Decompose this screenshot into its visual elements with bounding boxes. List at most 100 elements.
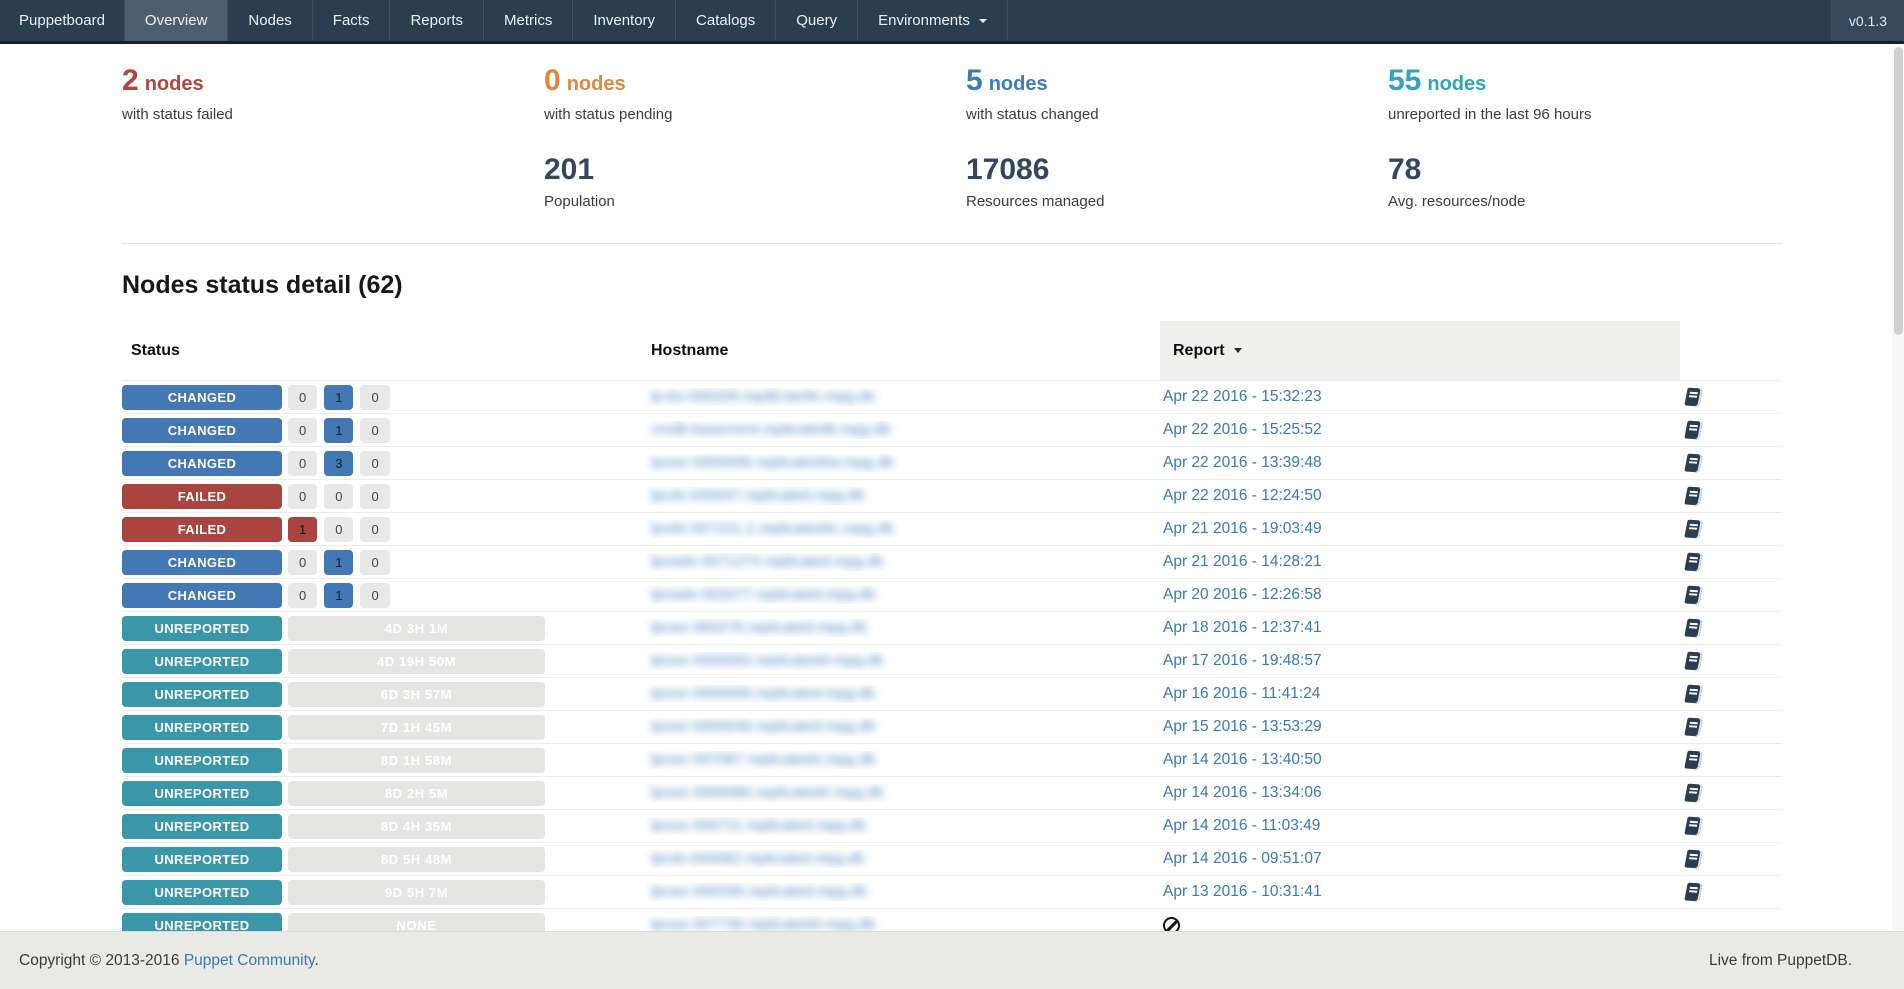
report-date-link[interactable]: Apr 21 2016 - 14:28:21 bbox=[1163, 553, 1322, 571]
report-book-icon[interactable] bbox=[1684, 718, 1702, 737]
report-date-link[interactable]: Apr 20 2016 - 12:26:58 bbox=[1163, 586, 1322, 604]
stat-changed-desc: with status changed bbox=[966, 106, 1388, 126]
nav-item-query[interactable]: Query bbox=[776, 0, 858, 41]
hostname-link-blurred[interactable]: lp-bs-000209.mpdb.berlin.mpg.de bbox=[651, 388, 875, 405]
hostname-link-blurred[interactable]: lpcwz-0000046.replicated.mpg.db bbox=[651, 718, 875, 735]
event-counts: 030 bbox=[288, 451, 390, 476]
hostname-link-blurred[interactable]: lpcwz-0000066.replicated.mpg.db bbox=[651, 685, 875, 702]
report-date-link[interactable]: Apr 22 2016 - 15:32:23 bbox=[1163, 388, 1322, 406]
column-header-status[interactable]: Status bbox=[122, 321, 640, 380]
hostname-link-blurred[interactable]: lpcwz-0000062.replicated4.mpg.db bbox=[651, 652, 884, 669]
hostname-link-blurred[interactable]: lpcwz-060276.replicated.mpg.db bbox=[651, 619, 867, 636]
hostname-cell: lpvds-007101-2.replicated4c.mpg.db bbox=[640, 520, 1160, 538]
unreported-duration-pill: 9D 5H 7M bbox=[288, 880, 545, 905]
count-pill-default: 0 bbox=[288, 484, 317, 509]
stat-unreported: 55nodes unreported in the last 96 hours … bbox=[1388, 66, 1810, 213]
stat-pending-desc: with status pending bbox=[544, 106, 966, 126]
section-title: Nodes status detail (62) bbox=[122, 271, 1904, 300]
count-pill-default: 0 bbox=[324, 484, 353, 509]
hostname-link-blurred[interactable]: lpcwds-0071274.replicated.mpg.db bbox=[651, 553, 884, 570]
hostname-link-blurred[interactable]: lpcds-000007.replicated.mpg.db bbox=[651, 487, 864, 504]
hostname-cell: lpcwz-0000006.replicated4w.mpg.db bbox=[640, 454, 1160, 472]
scrollbar-thumb[interactable] bbox=[1894, 47, 1903, 335]
count-pill-changed: 1 bbox=[324, 385, 353, 410]
report-icon-cell bbox=[1680, 553, 1782, 571]
nav-item-nodes[interactable]: Nodes bbox=[228, 0, 312, 41]
report-date-link[interactable]: Apr 14 2016 - 13:40:50 bbox=[1163, 751, 1322, 769]
report-date-link[interactable]: Apr 22 2016 - 13:39:48 bbox=[1163, 454, 1322, 472]
report-date-link[interactable]: Apr 14 2016 - 13:34:06 bbox=[1163, 784, 1322, 802]
nav-item-metrics[interactable]: Metrics bbox=[484, 0, 573, 41]
report-date-link[interactable]: Apr 15 2016 - 13:53:29 bbox=[1163, 718, 1322, 736]
report-book-icon[interactable] bbox=[1684, 784, 1702, 803]
table-row: FAILED100lpvds-007101-2.replicated4c.mpg… bbox=[122, 512, 1782, 545]
report-book-icon[interactable] bbox=[1684, 751, 1702, 770]
report-cell: Apr 18 2016 - 12:37:41 bbox=[1160, 619, 1680, 637]
column-header-report[interactable]: Report bbox=[1160, 321, 1680, 380]
nav-item-overview[interactable]: Overview bbox=[125, 0, 229, 41]
report-date-link[interactable]: Apr 18 2016 - 12:37:41 bbox=[1163, 619, 1322, 637]
report-book-icon[interactable] bbox=[1684, 817, 1702, 836]
hostname-link-blurred[interactable]: lpcwz-000711.replicated.mpg.db bbox=[651, 817, 866, 834]
report-book-icon[interactable] bbox=[1684, 421, 1702, 440]
nav-item-facts[interactable]: Facts bbox=[313, 0, 391, 41]
report-book-icon[interactable] bbox=[1684, 850, 1702, 869]
hostname-link-blurred[interactable]: lpcwz-007087.replicated4.mpg.db bbox=[651, 751, 875, 768]
nav-spacer bbox=[1008, 0, 1831, 41]
status-badge: UNREPORTED bbox=[122, 748, 282, 773]
report-book-icon[interactable] bbox=[1684, 553, 1702, 572]
hostname-link-blurred[interactable]: lpvds-007101-2.replicated4c.mpg.db bbox=[651, 520, 894, 537]
column-header-hostname[interactable]: Hostname bbox=[640, 321, 1160, 380]
stat-avg-resources-value: 78 bbox=[1388, 153, 1810, 184]
report-icon-cell bbox=[1680, 817, 1782, 835]
nav-item-catalogs[interactable]: Catalogs bbox=[676, 0, 776, 41]
nav-item-reports[interactable]: Reports bbox=[390, 0, 484, 41]
hostname-link-blurred[interactable]: lpcwz-0000006.replicated4w.mpg.db bbox=[651, 454, 894, 471]
report-date-link[interactable]: Apr 22 2016 - 12:24:50 bbox=[1163, 487, 1322, 505]
status-cell: UNREPORTED8D 5H 48M bbox=[122, 847, 640, 872]
report-date-link[interactable]: Apr 21 2016 - 19:03:49 bbox=[1163, 520, 1322, 538]
status-badge: FAILED bbox=[122, 484, 282, 509]
report-book-icon[interactable] bbox=[1684, 586, 1702, 605]
hostname-link-blurred[interactable]: lpcwds-002077.replicated.mpg.db bbox=[651, 586, 875, 603]
status-cell: UNREPORTED8D 2H 5M bbox=[122, 781, 640, 806]
report-date-link[interactable]: Apr 17 2016 - 19:48:57 bbox=[1163, 652, 1322, 670]
hostname-link-blurred[interactable]: cmdb-basement.replicated6.mpg.db bbox=[651, 421, 890, 438]
unreported-duration-pill: 6D 3H 57M bbox=[288, 682, 545, 707]
chevron-down-icon bbox=[979, 19, 987, 23]
hostname-link-blurred[interactable]: lpcwz-000336.replicated.mpg.db bbox=[651, 883, 867, 900]
report-book-icon[interactable] bbox=[1684, 388, 1702, 407]
report-icon-cell bbox=[1680, 388, 1782, 406]
report-book-icon[interactable] bbox=[1684, 520, 1702, 539]
hostname-cell: lpcwz-0000046.replicated.mpg.db bbox=[640, 718, 1160, 736]
report-date-link[interactable]: Apr 16 2016 - 11:41:24 bbox=[1163, 685, 1320, 703]
hostname-link-blurred[interactable]: lpcwz-0000080.replicated4.mpg.db bbox=[651, 784, 884, 801]
status-cell: UNREPORTED8D 4H 35M bbox=[122, 814, 640, 839]
brand-puppetboard[interactable]: Puppetboard bbox=[0, 0, 125, 41]
table-row: CHANGED010lpcwds-002077.replicated.mpg.d… bbox=[122, 578, 1782, 611]
report-book-icon[interactable] bbox=[1684, 652, 1702, 671]
count-pill-default: 0 bbox=[360, 550, 389, 575]
report-date-link[interactable]: Apr 14 2016 - 11:03:49 bbox=[1163, 817, 1320, 835]
report-book-icon[interactable] bbox=[1684, 619, 1702, 638]
hostname-cell: lpcwz-0000066.replicated.mpg.db bbox=[640, 685, 1160, 703]
report-date-link[interactable]: Apr 14 2016 - 09:51:07 bbox=[1163, 850, 1322, 868]
report-date-link[interactable]: Apr 13 2016 - 10:31:41 bbox=[1163, 883, 1322, 901]
hostname-cell: lpcds-000082.replicated.mpg.db bbox=[640, 850, 1160, 868]
status-badge: UNREPORTED bbox=[122, 715, 282, 740]
report-book-icon[interactable] bbox=[1684, 883, 1702, 902]
table-row: UNREPORTED4D 3H 1Mlpcwz-060276.replicate… bbox=[122, 611, 1782, 644]
hostname-cell: lp-bs-000209.mpdb.berlin.mpg.de bbox=[640, 388, 1160, 406]
hostname-link-blurred[interactable]: lpcds-000082.replicated.mpg.db bbox=[651, 850, 864, 867]
copyright-suffix: . bbox=[314, 952, 318, 969]
report-date-link[interactable]: Apr 22 2016 - 15:25:52 bbox=[1163, 421, 1322, 439]
nav-item-environments[interactable]: Environments bbox=[858, 0, 1008, 41]
table-row: UNREPORTED8D 2H 5M lpcwz-0000080.replicat… bbox=[122, 776, 1782, 809]
table-row: FAILED000lpcds-000007.replicated.mpg.dbA… bbox=[122, 479, 1782, 512]
footer: Copyright © 2013-2016 Puppet Community. … bbox=[0, 931, 1904, 989]
puppet-community-link[interactable]: Puppet Community bbox=[184, 952, 315, 969]
nav-item-inventory[interactable]: Inventory bbox=[573, 0, 676, 41]
report-book-icon[interactable] bbox=[1684, 454, 1702, 473]
report-book-icon[interactable] bbox=[1684, 685, 1702, 704]
report-book-icon[interactable] bbox=[1684, 487, 1702, 506]
